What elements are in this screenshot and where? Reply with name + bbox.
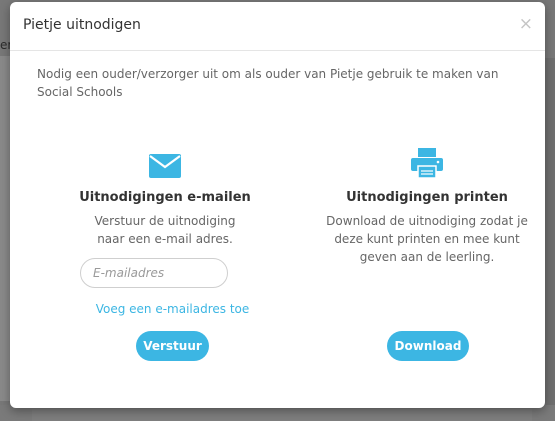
- email-section-title: Uitnodigingen e-mailen: [79, 190, 251, 205]
- add-email-link[interactable]: Voeg een e-mailadres toe: [50, 302, 295, 316]
- printer-icon: [411, 148, 443, 178]
- invite-modal: Pietje uitnodigen × Nodig een ouder/verz…: [10, 2, 545, 408]
- background-text-fragment: ers: [0, 38, 10, 52]
- download-button[interactable]: Download: [387, 331, 469, 361]
- email-section-description: Verstuur de uitnodiging naar een e-mail …: [94, 214, 236, 246]
- email-section: Uitnodigingen e-mailen Verstuur de uitno…: [50, 148, 280, 248]
- background-panel-right: [545, 58, 555, 418]
- envelope-icon: [149, 154, 181, 178]
- send-button[interactable]: Verstuur: [136, 331, 209, 361]
- print-section: Uitnodigingen printen Download de uitnod…: [312, 148, 542, 266]
- print-section-description: Download de uitnodiging zodat je deze ku…: [326, 214, 528, 264]
- intro-text: Nodig een ouder/verzorger uit om als oud…: [37, 67, 499, 99]
- close-icon[interactable]: ×: [519, 14, 533, 34]
- modal-header: Pietje uitnodigen ×: [10, 2, 545, 51]
- email-field[interactable]: [80, 258, 228, 288]
- print-section-title: Uitnodigingen printen: [346, 190, 508, 205]
- background-panel-left: [0, 56, 10, 401]
- modal-title: Pietje uitnodigen: [23, 17, 141, 33]
- background-bottom-panel: [32, 409, 532, 421]
